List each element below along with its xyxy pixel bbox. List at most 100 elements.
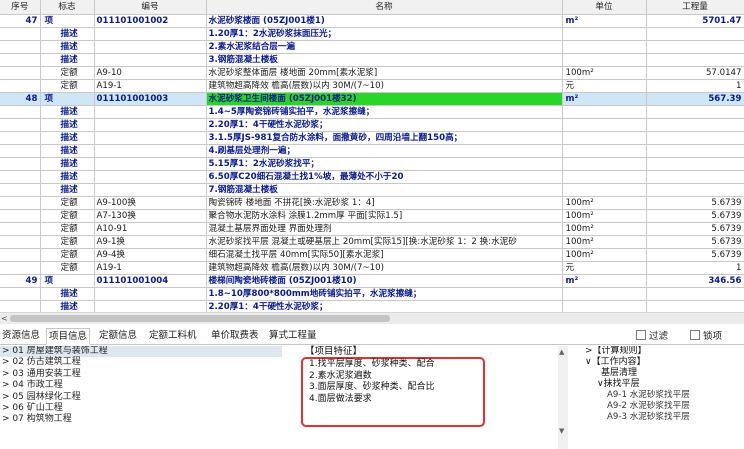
row-qty[interactable] bbox=[646, 53, 744, 67]
grid-horizontal-scrollbar[interactable]: < bbox=[0, 312, 744, 324]
table-row[interactable]: 描述 3.钢筋混凝土楼板 bbox=[0, 53, 744, 67]
row-seq[interactable] bbox=[0, 79, 41, 93]
rule-item[interactable]: A9-1 水泥砂浆找平层 bbox=[575, 390, 744, 401]
row-code[interactable] bbox=[94, 27, 207, 41]
row-unit[interactable] bbox=[562, 183, 647, 197]
table-row[interactable]: 描述 7.钢筋混凝土楼板 bbox=[0, 183, 744, 197]
feature-item[interactable]: 1.找平层厚度、砂浆种类、配合 bbox=[303, 359, 483, 371]
row-code[interactable] bbox=[94, 157, 207, 171]
row-flag[interactable]: 描述 bbox=[40, 131, 95, 145]
row-seq[interactable] bbox=[0, 300, 41, 312]
row-unit[interactable] bbox=[562, 144, 647, 158]
row-flag[interactable]: 定额 bbox=[40, 79, 95, 93]
row-unit[interactable]: m² bbox=[562, 14, 647, 28]
col-header-unit[interactable]: 单位 bbox=[562, 0, 647, 15]
row-name[interactable]: 混凝土基层界面处理 界面处理剂 bbox=[206, 222, 563, 236]
row-qty[interactable] bbox=[646, 40, 744, 54]
row-unit[interactable]: 元 bbox=[562, 261, 647, 275]
tree-item[interactable]: > 07 构筑物工程 bbox=[0, 414, 282, 425]
row-code[interactable] bbox=[94, 287, 207, 301]
row-seq[interactable] bbox=[0, 40, 41, 54]
row-name[interactable]: 6.50厚C20细石混凝土找1%坡，最薄处不小于20 bbox=[206, 170, 563, 184]
table-row[interactable]: 48 项 011101001003 水泥砂浆卫生间楼面 (05ZJ001楼32) m² 5… bbox=[0, 92, 744, 106]
row-name[interactable]: 5.15厚1：2水泥砂浆找平； bbox=[206, 157, 563, 171]
row-name[interactable]: 水泥砂浆找平层 混凝土或硬基层上 20mm[实际15][换:水泥砂浆 1：2 换… bbox=[206, 235, 563, 249]
row-code[interactable] bbox=[94, 118, 207, 132]
row-code[interactable] bbox=[94, 300, 207, 312]
row-qty[interactable]: 5.6739 bbox=[646, 196, 744, 210]
row-seq[interactable] bbox=[0, 196, 41, 210]
row-unit[interactable] bbox=[562, 53, 647, 67]
row-code[interactable] bbox=[94, 170, 207, 184]
table-row[interactable]: 定额 A7-130换 聚合物水泥防水涂料 涂膜1.2mm厚 平面[实际1.5] 100… bbox=[0, 209, 744, 223]
row-code[interactable]: 011101001002 bbox=[94, 14, 207, 28]
row-qty[interactable] bbox=[646, 27, 744, 41]
row-flag[interactable]: 定额 bbox=[40, 248, 95, 262]
row-seq[interactable] bbox=[0, 222, 41, 236]
row-qty[interactable] bbox=[646, 300, 744, 312]
row-seq[interactable]: 47 bbox=[0, 14, 41, 28]
rule-item[interactable]: 基层清理 bbox=[575, 368, 744, 379]
row-name[interactable]: 水泥砂浆卫生间楼面 (05ZJ001楼32) bbox=[206, 92, 563, 106]
row-seq[interactable] bbox=[0, 27, 41, 41]
row-qty[interactable]: 5.6739 bbox=[646, 235, 744, 249]
row-flag[interactable]: 描述 bbox=[40, 170, 95, 184]
row-unit[interactable]: 元 bbox=[562, 79, 647, 93]
row-qty[interactable] bbox=[646, 170, 744, 184]
features-vertical-scrollbar[interactable]: ▲ ▼ bbox=[558, 346, 568, 449]
row-flag[interactable]: 项 bbox=[40, 14, 95, 28]
row-seq[interactable] bbox=[0, 157, 41, 171]
row-seq[interactable] bbox=[0, 118, 41, 132]
filter-checkbox[interactable]: 过滤 bbox=[636, 330, 668, 342]
table-row[interactable]: 描述 2.20厚1：4干硬性水泥砂浆； bbox=[0, 300, 744, 312]
table-row[interactable]: 定额 A9-1换 水泥砂浆找平层 混凝土或硬基层上 20mm[实际15][换:水泥砂… bbox=[0, 235, 744, 249]
row-unit[interactable] bbox=[562, 300, 647, 312]
table-row[interactable]: 描述 1.4~5厚陶瓷锦砖铺实拍平，水泥浆擦缝； bbox=[0, 105, 744, 119]
row-qty[interactable] bbox=[646, 144, 744, 158]
table-row[interactable]: 49 项 011101001004 楼梯间陶瓷地砖楼面 (05ZJ001楼10) m² 3… bbox=[0, 274, 744, 288]
row-name[interactable]: 1.8~10厚800*800mm地砖铺实拍平，水泥浆擦缝； bbox=[206, 287, 563, 301]
table-row[interactable]: 描述 1.8~10厚800*800mm地砖铺实拍平，水泥浆擦缝； bbox=[0, 287, 744, 301]
row-seq[interactable] bbox=[0, 261, 41, 275]
row-code[interactable]: 011101001004 bbox=[94, 274, 207, 288]
row-flag[interactable]: 描述 bbox=[40, 118, 95, 132]
table-row[interactable]: 定额 A19-1 建筑物超高降效 檐高(层数)以内 30M/(7~10) 元 1 bbox=[0, 79, 744, 93]
feature-item[interactable]: 3.面层厚度、砂浆种类、配合比 bbox=[303, 382, 483, 394]
row-unit[interactable] bbox=[562, 27, 647, 41]
col-header-name[interactable]: 名称 bbox=[206, 0, 563, 15]
row-code[interactable]: A9-10 bbox=[94, 66, 207, 80]
row-flag[interactable]: 项 bbox=[40, 92, 95, 106]
tab-resource-info[interactable]: 资源信息 bbox=[0, 328, 42, 345]
row-flag[interactable]: 描述 bbox=[40, 144, 95, 158]
category-tree[interactable]: > 01 房屋建筑与装饰工程 > 02 仿古建筑工程 > 03 通用安装工程 > 04… bbox=[0, 346, 282, 449]
scroll-down-icon[interactable]: ▼ bbox=[559, 427, 564, 435]
row-qty[interactable]: 346.56 bbox=[646, 274, 744, 288]
row-qty[interactable] bbox=[646, 131, 744, 145]
rule-item[interactable]: A9-3 水泥砂浆找平层 bbox=[575, 412, 744, 423]
row-qty[interactable] bbox=[646, 118, 744, 132]
row-qty[interactable]: 5701.47 bbox=[646, 14, 744, 28]
table-row[interactable]: 描述 5.15厚1：2水泥砂浆找平； bbox=[0, 157, 744, 171]
row-seq[interactable] bbox=[0, 131, 41, 145]
row-name[interactable]: 水泥砂浆楼面 (05ZJ001楼1) bbox=[206, 14, 563, 28]
rule-item[interactable]: ∨抹找平层 bbox=[575, 379, 744, 390]
row-flag[interactable]: 描述 bbox=[40, 183, 95, 197]
row-seq[interactable] bbox=[0, 183, 41, 197]
tab-quota-info[interactable]: 定额信息 bbox=[97, 328, 139, 345]
table-row[interactable]: 描述 6.50厚C20细石混凝土找1%坡，最薄处不小于20 bbox=[0, 170, 744, 184]
row-name[interactable]: 7.钢筋混凝土楼板 bbox=[206, 183, 563, 197]
row-seq[interactable] bbox=[0, 209, 41, 223]
row-flag[interactable]: 定额 bbox=[40, 261, 95, 275]
row-unit[interactable]: 100m² bbox=[562, 235, 647, 249]
row-unit[interactable] bbox=[562, 287, 647, 301]
row-name[interactable]: 聚合物水泥防水涂料 涂膜1.2mm厚 平面[实际1.5] bbox=[206, 209, 563, 223]
row-name[interactable]: 陶瓷锦砖 楼地面 不拼花[换:水泥砂浆 1：4] bbox=[206, 196, 563, 210]
tree-item[interactable]: > 03 通用安装工程 bbox=[0, 369, 282, 380]
feature-item[interactable]: 4.面层做法要求 bbox=[303, 394, 483, 406]
tab-formula-quantity[interactable]: 算式工程量 bbox=[267, 328, 319, 345]
col-header-seq[interactable]: 序号 bbox=[0, 0, 41, 15]
row-seq[interactable] bbox=[0, 53, 41, 67]
row-unit[interactable] bbox=[562, 105, 647, 119]
row-flag[interactable]: 定额 bbox=[40, 222, 95, 236]
row-unit[interactable]: m² bbox=[562, 92, 647, 106]
